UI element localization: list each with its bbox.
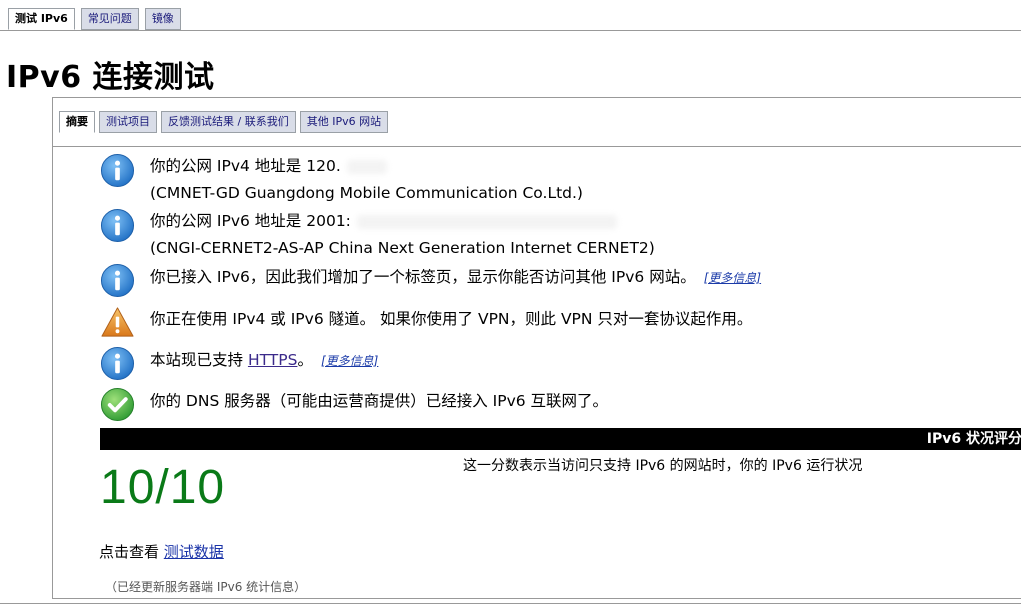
message-dns: 你的 DNS 服务器（可能由运营商提供）已经接入 IPv6 互联网了。 (100, 387, 608, 422)
subtab-summary[interactable]: 摘要 (59, 111, 95, 133)
score-description: 这一分数表示当访问只支持 IPv6 的网站时，你的 IPv6 运行状况 (463, 458, 863, 474)
sub-divider (53, 146, 1021, 147)
sub-tab-bar: 摘要 测试项目 反馈测试结果 / 联系我们 其他 IPv6 网站 (59, 111, 389, 133)
bottom-divider (0, 603, 1021, 604)
message-ipv6-tab: 你已接入 IPv6，因此我们增加了一个标签页，显示你能否访问其他 IPv6 网站… (100, 263, 761, 298)
info-icon (100, 208, 135, 243)
message-subtext: (CMNET-GD Guangdong Mobile Communication… (150, 184, 583, 202)
top-tab-bar: 测试 IPv6 常见问题 镜像 (8, 8, 181, 30)
message-subtext: (CNGI-CERNET2-AS-AP China Next Generatio… (150, 239, 655, 257)
view-data-row: 点击查看 测试数据 (99, 541, 224, 562)
tab-faq[interactable]: 常见问题 (80, 8, 139, 30)
content-panel: 摘要 测试项目 反馈测试结果 / 联系我们 其他 IPv6 网站 你的公网 IP… (52, 97, 1021, 599)
message-text: 你的公网 IPv4 地址是 120. (150, 157, 341, 175)
message-https: 本站现已支持 HTTPS。 [更多信息] (100, 346, 378, 381)
message-text: 你的 DNS 服务器（可能由运营商提供）已经接入 IPv6 互联网了。 (150, 392, 609, 410)
warning-icon (101, 307, 134, 337)
message-text: 你的公网 IPv6 地址是 2001: (150, 212, 351, 230)
redacted-address (346, 159, 387, 174)
tab-test-ipv6[interactable]: 测试 IPv6 (8, 8, 75, 30)
more-info-link[interactable]: [更多信息] (704, 271, 761, 285)
stats-note: （已经更新服务器端 IPv6 统计信息） (105, 580, 307, 594)
check-icon (100, 387, 135, 422)
message-ipv4: 你的公网 IPv4 地址是 120. (CMNET-GD Guangdong M… (100, 153, 583, 207)
message-text: 。 (297, 351, 313, 369)
message-text: 你正在使用 IPv4 或 IPv6 隧道。 如果你使用了 VPN，则此 VPN … (150, 310, 753, 328)
ipv6-score: 10/10 (100, 461, 226, 514)
score-header-label: IPv6 状况评分 (926, 431, 1021, 447)
view-data-prefix: 点击查看 (99, 543, 164, 561)
redacted-address (356, 214, 617, 229)
subtab-tests[interactable]: 测试项目 (99, 111, 157, 133)
tab-mirrors[interactable]: 镜像 (144, 8, 181, 30)
more-info-link[interactable]: [更多信息] (321, 354, 378, 368)
score-header-bar: IPv6 状况评分 (100, 428, 1021, 450)
info-icon (100, 263, 135, 298)
info-icon (100, 153, 135, 188)
top-divider (0, 30, 1021, 31)
test-data-link[interactable]: 测试数据 (164, 543, 224, 561)
message-text: 本站现已支持 (150, 351, 248, 369)
message-text: 你已接入 IPv6，因此我们增加了一个标签页，显示你能否访问其他 IPv6 网站… (150, 268, 696, 286)
subtab-feedback[interactable]: 反馈测试结果 / 联系我们 (161, 111, 296, 133)
message-tunnel-warning: 你正在使用 IPv4 或 IPv6 隧道。 如果你使用了 VPN，则此 VPN … (100, 305, 752, 340)
subtab-other-sites[interactable]: 其他 IPv6 网站 (299, 111, 389, 133)
page-title: IPv6 连接测试 (6, 60, 215, 95)
https-link[interactable]: HTTPS (248, 351, 298, 369)
info-icon (100, 346, 135, 381)
message-ipv6: 你的公网 IPv6 地址是 2001: (CNGI-CERNET2-AS-AP … (100, 208, 655, 262)
